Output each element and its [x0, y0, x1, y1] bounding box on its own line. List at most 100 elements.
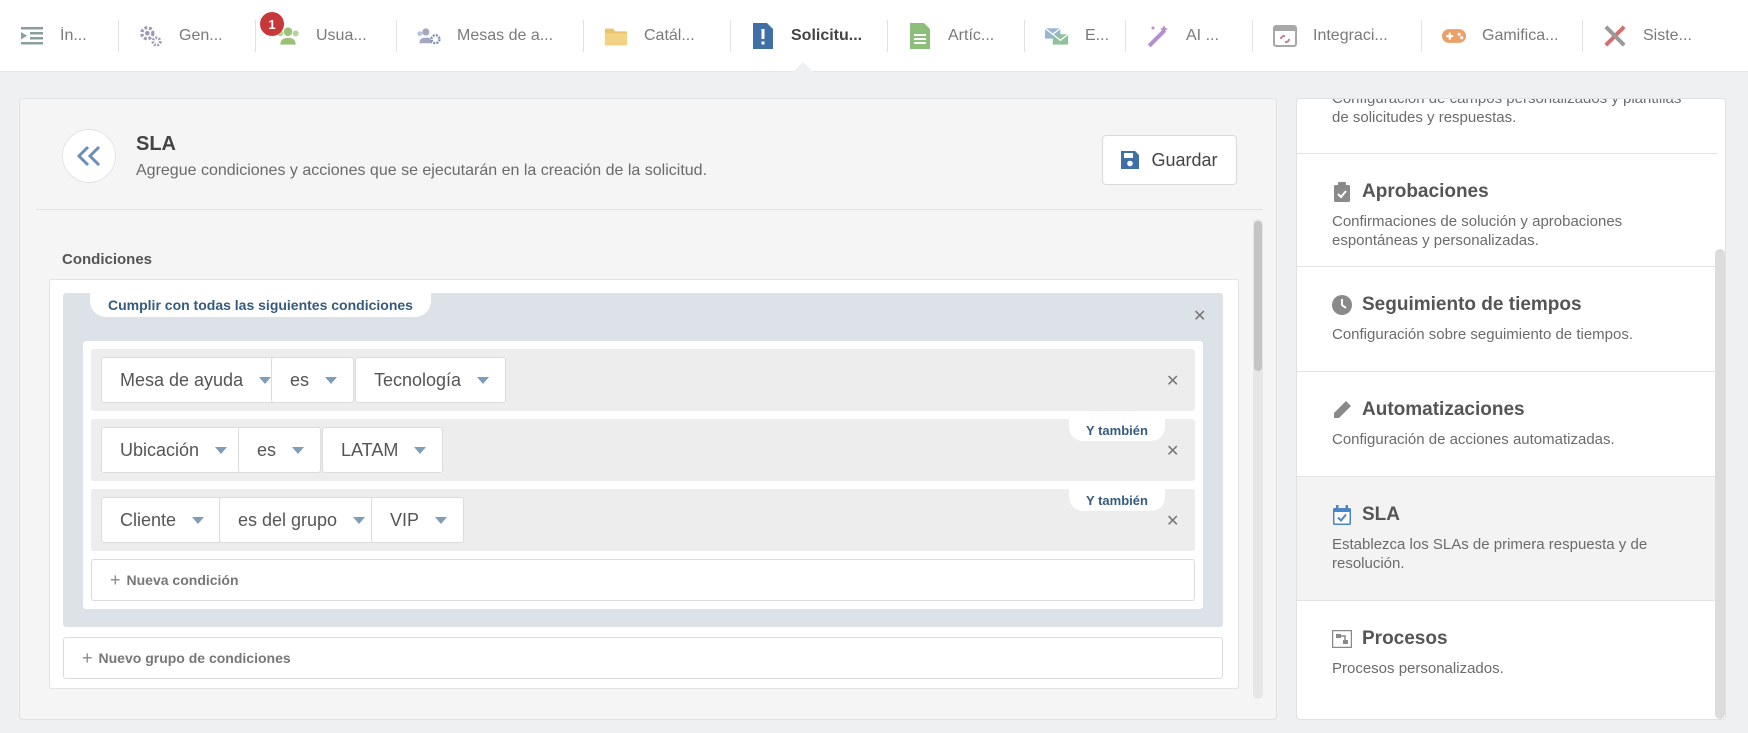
side-item-seguimiento-tiempos[interactable]: Seguimiento de tiempos Configuración sob…: [1297, 267, 1717, 372]
condition-field-select[interactable]: Mesa de ayuda: [101, 357, 289, 403]
calendar-check-icon: [1332, 505, 1352, 525]
settings-side-panel: Configuración de campos personalizados y…: [1296, 98, 1726, 720]
caret-down-icon: [292, 446, 305, 454]
clipboard-check-icon: [1332, 182, 1352, 202]
and-connector: Y también: [1069, 489, 1165, 511]
condition-operator-select[interactable]: es: [238, 427, 322, 473]
double-chevron-left-icon: [76, 145, 101, 167]
remove-condition-icon[interactable]: ✕: [1166, 511, 1179, 531]
caret-down-icon: [477, 376, 490, 384]
plus-icon: +: [82, 647, 93, 668]
page-title: SLA: [136, 133, 176, 155]
remove-condition-icon[interactable]: ✕: [1166, 371, 1179, 391]
caret-down-icon: [435, 516, 448, 524]
nav-item-solicitudes[interactable]: Solicitu...: [731, 0, 887, 72]
nav-label: Ín...: [60, 26, 87, 44]
condition-operator-select[interactable]: es: [271, 357, 355, 403]
caret-down-icon: [215, 446, 228, 454]
side-item-sla[interactable]: SLA Establezca los SLAs de primera respu…: [1297, 477, 1717, 601]
folder-icon: [604, 24, 628, 48]
caret-down-icon: [259, 376, 272, 384]
side-item-desc: Confirmaciones de solución y aprobacione…: [1332, 213, 1623, 249]
condition-row: Y también Ubicación es LATAM ✕: [91, 419, 1195, 481]
nav-item-indice[interactable]: Ín...: [0, 0, 118, 72]
side-item-title: Procesos: [1362, 628, 1448, 649]
nav-label: Usua...: [316, 26, 367, 44]
side-item-automatizaciones[interactable]: Automatizaciones Configuración de accion…: [1297, 372, 1717, 477]
envelopes-icon: [1045, 24, 1069, 48]
nav-item-usuarios[interactable]: Usua...: [256, 0, 396, 72]
pencil-icon: [1332, 400, 1352, 420]
condition-field-select[interactable]: Ubicación: [101, 427, 245, 473]
side-item-campos-plantillas[interactable]: Configuración de campos personalizados y…: [1297, 99, 1717, 154]
save-button[interactable]: Guardar: [1102, 135, 1237, 185]
side-item-title: Automatizaciones: [1362, 399, 1525, 420]
users-gear-icon: [417, 24, 441, 48]
nav-label: Gen...: [179, 26, 223, 44]
condition-value-select[interactable]: LATAM: [322, 427, 444, 473]
nav-item-ai[interactable]: AI ...: [1126, 0, 1252, 72]
condition-field-select[interactable]: Cliente: [101, 497, 222, 543]
nav-item-sistema[interactable]: Siste...: [1583, 0, 1711, 72]
condition-value-select[interactable]: Tecnología: [355, 357, 507, 403]
side-item-desc: Configuración de campos personalizados y…: [1332, 98, 1682, 126]
plus-icon: +: [110, 569, 121, 590]
group-match-mode[interactable]: Cumplir con todas las siguientes condici…: [90, 293, 431, 317]
side-item-desc: Configuración de acciones automatizadas.: [1332, 431, 1615, 448]
floppy-disk-icon: [1121, 151, 1140, 169]
nav-item-gamificacion[interactable]: Gamifica...: [1422, 0, 1582, 72]
nav-label: AI ...: [1186, 26, 1219, 44]
nav-label: Artíc...: [948, 26, 995, 44]
scrollbar-thumb[interactable]: [1254, 221, 1262, 371]
tools-icon: [1603, 24, 1627, 48]
nav-item-articulos[interactable]: Artíc...: [888, 0, 1024, 72]
nav-label: Siste...: [1643, 26, 1692, 44]
side-item-aprobaciones[interactable]: Aprobaciones Confirmaciones de solución …: [1297, 154, 1717, 267]
side-item-title: Aprobaciones: [1362, 181, 1489, 202]
condition-operator-select[interactable]: es del grupo: [219, 497, 383, 543]
condition-row: Y también Cliente es del grupo VIP ✕: [91, 489, 1195, 551]
browser-link-icon: [1273, 24, 1297, 48]
caret-down-icon: [325, 376, 338, 384]
document-icon: [908, 22, 932, 49]
conditions-container: Cumplir con todas las siguientes condici…: [49, 279, 1239, 689]
main-scrollbar[interactable]: [1253, 219, 1263, 699]
side-item-procesos[interactable]: Procesos Procesos personalizados.: [1297, 601, 1717, 711]
condition-list: Mesa de ayuda es Tecnología ✕ Y también …: [83, 341, 1203, 609]
remove-group-icon[interactable]: ✕: [1193, 306, 1206, 326]
gears-icon: [139, 24, 163, 48]
process-icon: [1332, 629, 1352, 649]
nav-item-mesas-de-ayuda[interactable]: Mesas de a...: [397, 0, 583, 72]
caret-down-icon: [353, 516, 366, 524]
and-connector: Y también: [1069, 419, 1165, 441]
nav-item-catalogo[interactable]: Catál...: [584, 0, 730, 72]
conditions-title: Condiciones: [62, 251, 153, 268]
clock-icon: [1332, 295, 1352, 315]
new-condition-group-button[interactable]: + Nuevo grupo de condiciones: [63, 637, 1223, 679]
save-button-label: Guardar: [1151, 149, 1218, 170]
top-navigation: Ín... Gen... Usua... Mesas de a... Catál…: [0, 0, 1748, 73]
new-condition-button[interactable]: + Nueva condición: [91, 559, 1195, 601]
active-tab-pointer: [792, 62, 814, 73]
back-button[interactable]: [62, 129, 116, 183]
side-item-title: SLA: [1362, 504, 1400, 525]
header-divider: [36, 209, 1262, 210]
condition-row: Mesa de ayuda es Tecnología ✕: [91, 349, 1195, 411]
nav-label: Solicitu...: [791, 26, 863, 44]
nav-label: Integraci...: [1313, 26, 1388, 44]
nav-item-general[interactable]: Gen...: [119, 0, 255, 72]
side-item-desc: Configuración sobre seguimiento de tiemp…: [1332, 326, 1634, 343]
remove-condition-icon[interactable]: ✕: [1166, 441, 1179, 461]
nav-label: Mesas de a...: [457, 26, 554, 44]
caret-down-icon: [414, 446, 427, 454]
nav-item-email[interactable]: E...: [1025, 0, 1125, 72]
side-scrollbar[interactable]: [1715, 249, 1725, 719]
page-subtitle: Agregue condiciones y acciones que se ej…: [136, 162, 708, 179]
nav-label: Gamifica...: [1482, 26, 1559, 44]
condition-value-select[interactable]: VIP: [371, 497, 465, 543]
caret-down-icon: [192, 516, 205, 524]
condition-group: Cumplir con todas las siguientes condici…: [63, 293, 1223, 627]
gamepad-icon: [1442, 24, 1466, 48]
nav-item-integraciones[interactable]: Integraci...: [1253, 0, 1421, 72]
nav-label: E...: [1085, 26, 1110, 44]
